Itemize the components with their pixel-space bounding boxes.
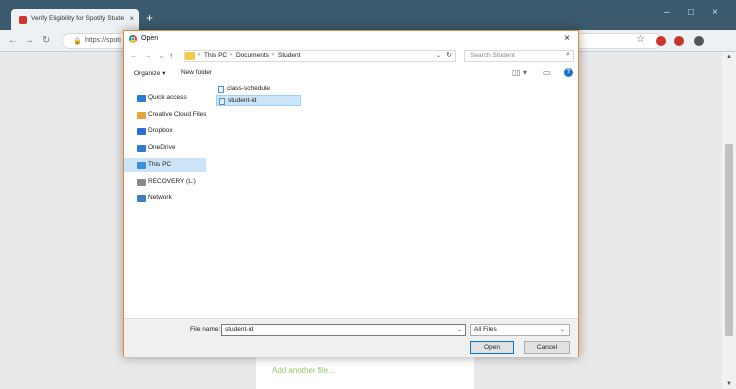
- preview-pane-icon[interactable]: ▭: [543, 68, 551, 77]
- browser-tab[interactable]: Verify Eligibility for Spotify Stude ×: [11, 9, 139, 31]
- breadcrumb-student[interactable]: Student: [278, 52, 300, 59]
- browser-titlebar: Verify Eligibility for Spotify Stude × +…: [0, 0, 736, 31]
- help-icon[interactable]: ?: [564, 68, 573, 77]
- dialog-title: Open: [141, 35, 159, 42]
- dialog-titlebar: Open ×: [124, 31, 578, 47]
- scroll-down-icon[interactable]: ▼: [726, 381, 732, 387]
- file-name: student-id: [228, 97, 257, 104]
- dialog-back-icon[interactable]: ←: [130, 51, 138, 60]
- nav-item-label: RECOVERY (L:): [148, 177, 196, 185]
- forward-icon[interactable]: →: [24, 35, 34, 46]
- breadcrumb[interactable]: › This PC › Documents › Student ⌄ ↻: [184, 50, 456, 62]
- file-name-value[interactable]: student-id: [225, 326, 254, 333]
- nav-item[interactable]: Dropbox: [124, 124, 206, 138]
- nav-item[interactable]: This PC: [124, 157, 206, 172]
- nav-item-label: This PC: [148, 160, 172, 168]
- back-icon[interactable]: ←: [8, 35, 18, 46]
- dropbox-icon: [137, 128, 146, 136]
- open-file-dialog: Open × ← → ⌄ ↑ › This PC › Documents › S…: [123, 30, 579, 357]
- breadcrumb-separator: ›: [198, 52, 200, 58]
- file-type-select[interactable]: All Files ⌄: [470, 324, 570, 336]
- chrome-icon: [129, 35, 137, 43]
- network-icon: [137, 195, 146, 203]
- extension-icon[interactable]: [674, 36, 684, 46]
- file-list-item[interactable]: student-id: [216, 95, 301, 106]
- nav-item[interactable]: Quick access: [124, 91, 206, 105]
- computer-icon: [137, 161, 146, 169]
- breadcrumb-documents[interactable]: Documents: [236, 52, 269, 59]
- search-icon[interactable]: ⌕: [566, 51, 570, 59]
- dialog-address-row: ← → ⌄ ↑ › This PC › Documents › Student …: [124, 48, 578, 64]
- organize-button[interactable]: Organize ▾: [134, 69, 165, 77]
- dialog-close-icon[interactable]: ×: [564, 33, 570, 44]
- dialog-forward-icon[interactable]: →: [144, 51, 152, 60]
- tab-close-icon[interactable]: ×: [129, 14, 134, 23]
- nav-item-label: Creative Cloud Files: [148, 110, 207, 118]
- profile-avatar[interactable]: [694, 36, 704, 46]
- new-folder-button[interactable]: New folder: [181, 69, 212, 76]
- scroll-up-icon[interactable]: ▲: [726, 54, 732, 60]
- chevron-down-icon[interactable]: ⌄: [436, 52, 441, 59]
- breadcrumb-separator: ›: [230, 52, 232, 58]
- creative-cloud-icon: [137, 111, 146, 119]
- nav-item-label: Network: [148, 194, 172, 202]
- page-scrollbar[interactable]: ▲ ▼: [722, 52, 736, 389]
- nav-item-label: Quick access: [148, 94, 187, 101]
- breadcrumb-this-pc[interactable]: This PC: [204, 52, 227, 59]
- chevron-down-icon[interactable]: ⌄: [457, 326, 462, 333]
- cloud-icon: [137, 145, 146, 153]
- navigation-pane: Quick access Creative Cloud Files Dropbox O…: [124, 82, 212, 318]
- view-options-icon[interactable]: ▯▯ ▾: [512, 68, 527, 77]
- add-another-file-link[interactable]: Add another file...: [272, 366, 335, 375]
- address-url[interactable]: https://spoti: [85, 37, 121, 44]
- dialog-bottom-bar: File name: student-id ⌄ All Files ⌄ Open…: [124, 318, 578, 357]
- favicon-icon: [19, 16, 27, 24]
- extension-icon[interactable]: [656, 36, 666, 46]
- search-placeholder: Search Student: [470, 52, 515, 59]
- cancel-button[interactable]: Cancel: [524, 341, 570, 354]
- open-button[interactable]: Open: [470, 341, 514, 354]
- file-name: class-schedule: [227, 85, 270, 92]
- file-list-item[interactable]: class-schedule: [216, 84, 301, 95]
- new-tab-button[interactable]: +: [146, 12, 153, 24]
- nav-item-label: Dropbox: [148, 127, 173, 135]
- breadcrumb-separator: ›: [272, 52, 274, 58]
- lock-icon: 🔒: [73, 38, 82, 45]
- maximize-button[interactable]: □: [688, 7, 694, 18]
- scroll-thumb[interactable]: [725, 144, 733, 336]
- nav-item[interactable]: Network: [124, 191, 206, 205]
- file-name-label: File name:: [190, 326, 221, 333]
- chevron-down-icon[interactable]: ⌄: [560, 326, 565, 333]
- dialog-command-bar: Organize ▾ New folder ▯▯ ▾ ▭ ?: [124, 65, 578, 81]
- star-icon: [137, 95, 146, 102]
- tab-title: Verify Eligibility for Spotify Stude: [31, 15, 125, 22]
- document-icon: [218, 86, 224, 93]
- document-icon: [219, 98, 225, 105]
- reload-icon[interactable]: ↻: [42, 35, 50, 46]
- search-input[interactable]: Search Student ⌕: [464, 50, 574, 62]
- recent-locations-icon[interactable]: ⌄: [158, 51, 165, 60]
- nav-item[interactable]: OneDrive: [124, 141, 206, 155]
- up-folder-icon[interactable]: ↑: [169, 51, 173, 60]
- nav-item-label: OneDrive: [148, 144, 176, 152]
- file-name-input[interactable]: student-id ⌄: [221, 324, 466, 336]
- close-window-button[interactable]: ×: [712, 7, 718, 18]
- nav-item[interactable]: RECOVERY (L:): [124, 175, 206, 189]
- refresh-icon[interactable]: ↻: [446, 51, 452, 59]
- file-list: class-schedule student-id: [214, 82, 574, 318]
- folder-icon: [185, 52, 195, 60]
- minimize-button[interactable]: –: [664, 7, 670, 18]
- nav-item[interactable]: Creative Cloud Files: [124, 108, 207, 122]
- file-type-value: All Files: [474, 326, 497, 333]
- bookmark-star-icon[interactable]: ☆: [636, 34, 645, 45]
- drive-icon: [137, 178, 146, 186]
